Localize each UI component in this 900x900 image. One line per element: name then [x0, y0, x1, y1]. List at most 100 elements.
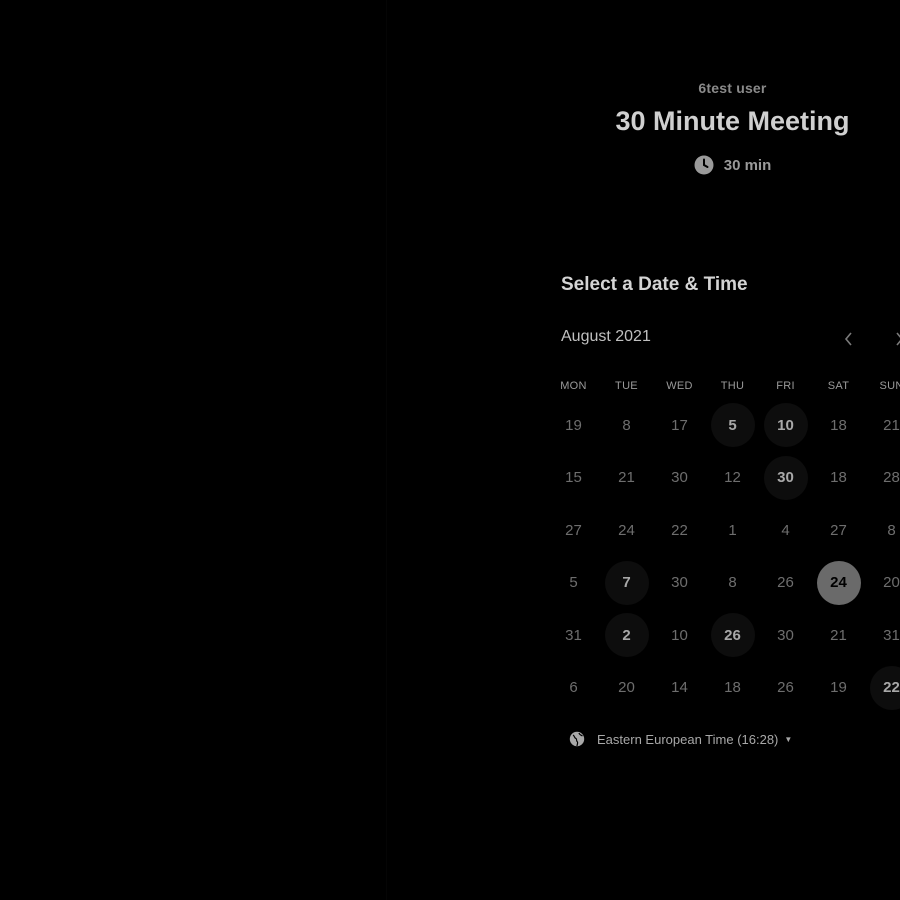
calendar-day: 19 — [830, 679, 847, 697]
day-cell: 21 — [600, 452, 653, 505]
day-cell: 20 — [865, 557, 900, 610]
calendar-day: 6 — [569, 679, 578, 697]
day-cell: 22 — [653, 504, 706, 557]
weekday-label: FRI — [776, 380, 795, 392]
calendar-day-available[interactable]: 2 — [604, 613, 649, 658]
day-cell: 24 — [600, 504, 653, 557]
globe-icon — [569, 731, 585, 747]
day-cell: 30 — [759, 609, 812, 662]
calendar-day: 21 — [618, 469, 635, 487]
timezone-selector[interactable]: Eastern European Time (16:28) ▼ — [569, 731, 792, 747]
month-label: August 2021 — [561, 328, 651, 345]
day-cell: 27 — [547, 504, 600, 557]
day-cell: 4 — [759, 504, 812, 557]
event-header: 6test user 30 Minute Meeting 30 min — [560, 80, 900, 175]
chevron-right-icon — [896, 332, 900, 346]
left-panel — [0, 0, 386, 900]
event-owner: 6test user — [698, 80, 767, 96]
calendar-day: 20 — [618, 679, 635, 697]
day-cell: 10 — [759, 399, 812, 452]
weekday-header: MON TUE WED THU FRI SAT SUN — [547, 380, 900, 392]
calendar-day: 31 — [565, 626, 582, 644]
day-cell: 2 — [600, 609, 653, 662]
day-cell: 18 — [812, 399, 865, 452]
event-duration: 30 min — [560, 155, 900, 175]
day-cell: 5 — [706, 399, 759, 452]
calendar-day: 1 — [728, 521, 737, 539]
calendar-day-available[interactable]: 22 — [869, 665, 900, 710]
day-cell: 5 — [547, 557, 600, 610]
day-cell: 8 — [600, 399, 653, 452]
day-cell: 30 — [653, 557, 706, 610]
next-month-button[interactable] — [888, 328, 900, 350]
day-cell: 7 — [600, 557, 653, 610]
day-cell: 24 — [812, 557, 865, 610]
weekday-label: WED — [666, 380, 693, 392]
day-cell: 20 — [600, 662, 653, 715]
day-cell: 31 — [865, 609, 900, 662]
calendar-day: 18 — [724, 679, 741, 697]
calendar-day: 30 — [671, 574, 688, 592]
event-title: 30 Minute Meeting — [615, 106, 850, 136]
calendar-day-available[interactable]: 10 — [763, 403, 808, 448]
day-cell: 1 — [706, 504, 759, 557]
day-cell: 30 — [759, 452, 812, 505]
calendar-day: 26 — [777, 679, 794, 697]
prev-month-button[interactable] — [838, 328, 860, 350]
day-cell: 8 — [865, 504, 900, 557]
calendar-day: 21 — [830, 626, 847, 644]
weekday-label: SUN — [879, 380, 900, 392]
day-cell: 17 — [653, 399, 706, 452]
calendar-day-available[interactable]: 7 — [604, 560, 649, 605]
calendar-day: 5 — [569, 574, 578, 592]
calendar-day-available[interactable]: 5 — [710, 403, 755, 448]
day-cell: 27 — [812, 504, 865, 557]
section-title: Select a Date & Time — [561, 274, 748, 295]
weekday-label: MON — [560, 380, 587, 392]
day-cell: 31 — [547, 609, 600, 662]
calendar-day: 18 — [830, 469, 847, 487]
calendar-day: 27 — [830, 521, 847, 539]
day-cell: 21 — [865, 399, 900, 452]
duration-label: 30 min — [723, 156, 772, 174]
calendar-day-selected[interactable]: 24 — [816, 560, 861, 605]
day-cell: 22 — [865, 662, 900, 715]
day-cell: 12 — [706, 452, 759, 505]
calendar-day-available[interactable]: 30 — [763, 455, 808, 500]
calendar-day: 17 — [671, 416, 688, 434]
chevron-left-icon — [844, 332, 852, 346]
calendar-day: 8 — [622, 416, 631, 434]
panel-divider — [386, 0, 387, 900]
calendar-day: 12 — [724, 469, 741, 487]
calendar-day: 30 — [671, 469, 688, 487]
calendar-day: 4 — [781, 521, 790, 539]
calendar-day: 18 — [830, 416, 847, 434]
calendar-day: 10 — [671, 626, 688, 644]
calendar-day-available[interactable]: 26 — [710, 613, 755, 658]
calendar-day: 27 — [565, 521, 582, 539]
calendar-day: 15 — [565, 469, 582, 487]
calendar-day: 22 — [671, 521, 688, 539]
calendar-day: 26 — [777, 574, 794, 592]
calendar-day: 14 — [671, 679, 688, 697]
weekday-label: TUE — [615, 380, 638, 392]
day-cell: 28 — [865, 452, 900, 505]
month-navigation: August 2021 — [561, 328, 900, 350]
day-cell: 19 — [547, 399, 600, 452]
weekday-label: THU — [720, 380, 745, 392]
calendar-day: 20 — [883, 574, 900, 592]
day-cell: 6 — [547, 662, 600, 715]
day-cell: 30 — [653, 452, 706, 505]
day-cell: 10 — [653, 609, 706, 662]
calendar-day: 19 — [565, 416, 582, 434]
calendar-day: 31 — [883, 626, 900, 644]
day-cell: 26 — [759, 557, 812, 610]
day-cell: 14 — [653, 662, 706, 715]
day-cell: 26 — [759, 662, 812, 715]
timezone-label: Eastern European Time (16:28) — [597, 731, 779, 747]
calendar-day: 8 — [887, 521, 896, 539]
booking-page: 6test user 30 Minute Meeting 30 min Sele… — [0, 0, 900, 900]
clock-icon — [694, 155, 714, 175]
calendar-day: 8 — [728, 574, 737, 592]
calendar-grid: 19 8 17 5 10 18 21 15 21 30 12 30 18 28 27 24 22 1 4 27 8 5 7 3… — [547, 399, 900, 714]
